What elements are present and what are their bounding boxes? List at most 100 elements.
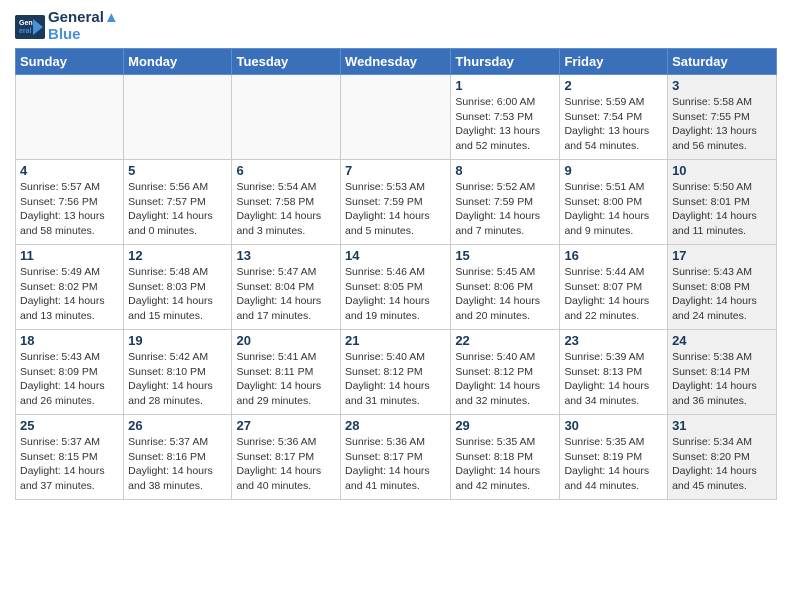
week-row-2: 4 Sunrise: 5:57 AM Sunset: 7:56 PM Daylig… xyxy=(16,160,777,245)
day-detail: Sunrise: 5:35 AM Sunset: 8:18 PM Dayligh… xyxy=(455,435,555,494)
calendar-cell xyxy=(124,75,232,160)
day-detail: Sunrise: 5:43 AM Sunset: 8:08 PM Dayligh… xyxy=(672,265,772,324)
day-detail: Sunrise: 5:44 AM Sunset: 8:07 PM Dayligh… xyxy=(564,265,663,324)
calendar-cell: 17 Sunrise: 5:43 AM Sunset: 8:08 PM Dayli… xyxy=(668,245,777,330)
day-number: 12 xyxy=(128,248,227,263)
day-detail: Sunrise: 5:34 AM Sunset: 8:20 PM Dayligh… xyxy=(672,435,772,494)
calendar-cell: 8 Sunrise: 5:52 AM Sunset: 7:59 PM Daylig… xyxy=(451,160,560,245)
day-detail: Sunrise: 5:53 AM Sunset: 7:59 PM Dayligh… xyxy=(345,180,446,239)
calendar-cell: 5 Sunrise: 5:56 AM Sunset: 7:57 PM Daylig… xyxy=(124,160,232,245)
logo: Gen eral General▲ Blue xyxy=(15,10,119,43)
day-detail: Sunrise: 5:41 AM Sunset: 8:11 PM Dayligh… xyxy=(236,350,336,409)
day-number: 13 xyxy=(236,248,336,263)
svg-text:Gen: Gen xyxy=(19,20,33,27)
calendar-cell: 27 Sunrise: 5:36 AM Sunset: 8:17 PM Dayli… xyxy=(232,415,341,500)
calendar: SundayMondayTuesdayWednesdayThursdayFrid… xyxy=(15,48,777,500)
weekday-header-tuesday: Tuesday xyxy=(232,49,341,75)
day-detail: Sunrise: 5:37 AM Sunset: 8:16 PM Dayligh… xyxy=(128,435,227,494)
day-detail: Sunrise: 5:38 AM Sunset: 8:14 PM Dayligh… xyxy=(672,350,772,409)
week-row-3: 11 Sunrise: 5:49 AM Sunset: 8:02 PM Dayli… xyxy=(16,245,777,330)
day-number: 7 xyxy=(345,163,446,178)
day-number: 21 xyxy=(345,333,446,348)
day-number: 22 xyxy=(455,333,555,348)
day-number: 5 xyxy=(128,163,227,178)
day-detail: Sunrise: 5:43 AM Sunset: 8:09 PM Dayligh… xyxy=(20,350,119,409)
day-number: 25 xyxy=(20,418,119,433)
day-number: 30 xyxy=(564,418,663,433)
day-detail: Sunrise: 5:50 AM Sunset: 8:01 PM Dayligh… xyxy=(672,180,772,239)
calendar-cell: 3Sunrise: 5:58 AM Sunset: 7:55 PM Daylig… xyxy=(668,75,777,160)
day-number: 27 xyxy=(236,418,336,433)
day-number: 17 xyxy=(672,248,772,263)
calendar-cell: 26Sunrise: 5:37 AM Sunset: 8:16 PM Dayli… xyxy=(124,415,232,500)
calendar-cell: 11 Sunrise: 5:49 AM Sunset: 8:02 PM Dayli… xyxy=(16,245,124,330)
calendar-cell: 30 Sunrise: 5:35 AM Sunset: 8:19 PM Dayli… xyxy=(560,415,668,500)
week-row-5: 25 Sunrise: 5:37 AM Sunset: 8:15 PM Dayli… xyxy=(16,415,777,500)
weekday-header-wednesday: Wednesday xyxy=(341,49,451,75)
logo-line2: Blue xyxy=(48,27,119,44)
page-container: Gen eral General▲ Blue SundayMondayTuesd… xyxy=(0,0,792,510)
week-row-1: 1 Sunrise: 6:00 AM Sunset: 7:53 PM Daylig… xyxy=(16,75,777,160)
day-number: 1 xyxy=(455,78,555,93)
calendar-cell: 12Sunrise: 5:48 AM Sunset: 8:03 PM Dayli… xyxy=(124,245,232,330)
day-detail: Sunrise: 5:52 AM Sunset: 7:59 PM Dayligh… xyxy=(455,180,555,239)
day-detail: Sunrise: 5:57 AM Sunset: 7:56 PM Dayligh… xyxy=(20,180,119,239)
day-number: 10 xyxy=(672,163,772,178)
day-number: 23 xyxy=(564,333,663,348)
day-number: 8 xyxy=(455,163,555,178)
day-number: 4 xyxy=(20,163,119,178)
day-number: 11 xyxy=(20,248,119,263)
calendar-cell: 28Sunrise: 5:36 AM Sunset: 8:17 PM Dayli… xyxy=(341,415,451,500)
calendar-cell: 24 Sunrise: 5:38 AM Sunset: 8:14 PM Dayli… xyxy=(668,330,777,415)
weekday-header-thursday: Thursday xyxy=(451,49,560,75)
calendar-cell: 19 Sunrise: 5:42 AM Sunset: 8:10 PM Dayli… xyxy=(124,330,232,415)
header: Gen eral General▲ Blue xyxy=(15,10,777,43)
day-detail: Sunrise: 5:37 AM Sunset: 8:15 PM Dayligh… xyxy=(20,435,119,494)
day-detail: Sunrise: 5:47 AM Sunset: 8:04 PM Dayligh… xyxy=(236,265,336,324)
day-number: 19 xyxy=(128,333,227,348)
calendar-cell: 10 Sunrise: 5:50 AM Sunset: 8:01 PM Dayli… xyxy=(668,160,777,245)
day-detail: Sunrise: 5:36 AM Sunset: 8:17 PM Dayligh… xyxy=(236,435,336,494)
day-detail: Sunrise: 5:56 AM Sunset: 7:57 PM Dayligh… xyxy=(128,180,227,239)
calendar-cell: 13 Sunrise: 5:47 AM Sunset: 8:04 PM Dayli… xyxy=(232,245,341,330)
day-detail: Sunrise: 5:54 AM Sunset: 7:58 PM Dayligh… xyxy=(236,180,336,239)
day-number: 16 xyxy=(564,248,663,263)
day-detail: Sunrise: 6:00 AM Sunset: 7:53 PM Dayligh… xyxy=(455,95,555,154)
weekday-header-monday: Monday xyxy=(124,49,232,75)
day-detail: Sunrise: 5:49 AM Sunset: 8:02 PM Dayligh… xyxy=(20,265,119,324)
calendar-cell: 18Sunrise: 5:43 AM Sunset: 8:09 PM Dayli… xyxy=(16,330,124,415)
logo-line1: General▲ xyxy=(48,10,119,27)
weekday-header-row: SundayMondayTuesdayWednesdayThursdayFrid… xyxy=(16,49,777,75)
day-detail: Sunrise: 5:36 AM Sunset: 8:17 PM Dayligh… xyxy=(345,435,446,494)
weekday-header-friday: Friday xyxy=(560,49,668,75)
day-number: 24 xyxy=(672,333,772,348)
day-detail: Sunrise: 5:46 AM Sunset: 8:05 PM Dayligh… xyxy=(345,265,446,324)
calendar-cell xyxy=(232,75,341,160)
day-detail: Sunrise: 5:40 AM Sunset: 8:12 PM Dayligh… xyxy=(455,350,555,409)
day-number: 15 xyxy=(455,248,555,263)
calendar-cell xyxy=(341,75,451,160)
day-detail: Sunrise: 5:39 AM Sunset: 8:13 PM Dayligh… xyxy=(564,350,663,409)
day-number: 9 xyxy=(564,163,663,178)
day-detail: Sunrise: 5:42 AM Sunset: 8:10 PM Dayligh… xyxy=(128,350,227,409)
svg-text:eral: eral xyxy=(19,28,32,35)
calendar-cell: 14 Sunrise: 5:46 AM Sunset: 8:05 PM Dayli… xyxy=(341,245,451,330)
week-row-4: 18Sunrise: 5:43 AM Sunset: 8:09 PM Dayli… xyxy=(16,330,777,415)
day-number: 6 xyxy=(236,163,336,178)
calendar-cell: 29 Sunrise: 5:35 AM Sunset: 8:18 PM Dayli… xyxy=(451,415,560,500)
calendar-cell: 1 Sunrise: 6:00 AM Sunset: 7:53 PM Daylig… xyxy=(451,75,560,160)
calendar-cell: 6 Sunrise: 5:54 AM Sunset: 7:58 PM Daylig… xyxy=(232,160,341,245)
day-detail: Sunrise: 5:59 AM Sunset: 7:54 PM Dayligh… xyxy=(564,95,663,154)
calendar-cell: 22 Sunrise: 5:40 AM Sunset: 8:12 PM Dayli… xyxy=(451,330,560,415)
day-number: 31 xyxy=(672,418,772,433)
calendar-cell: 4 Sunrise: 5:57 AM Sunset: 7:56 PM Daylig… xyxy=(16,160,124,245)
day-number: 14 xyxy=(345,248,446,263)
day-detail: Sunrise: 5:40 AM Sunset: 8:12 PM Dayligh… xyxy=(345,350,446,409)
day-number: 20 xyxy=(236,333,336,348)
day-number: 29 xyxy=(455,418,555,433)
calendar-cell: 20 Sunrise: 5:41 AM Sunset: 8:11 PM Dayli… xyxy=(232,330,341,415)
calendar-cell: 21 Sunrise: 5:40 AM Sunset: 8:12 PM Dayli… xyxy=(341,330,451,415)
calendar-cell: 31 Sunrise: 5:34 AM Sunset: 8:20 PM Dayli… xyxy=(668,415,777,500)
day-detail: Sunrise: 5:35 AM Sunset: 8:19 PM Dayligh… xyxy=(564,435,663,494)
weekday-header-sunday: Sunday xyxy=(16,49,124,75)
